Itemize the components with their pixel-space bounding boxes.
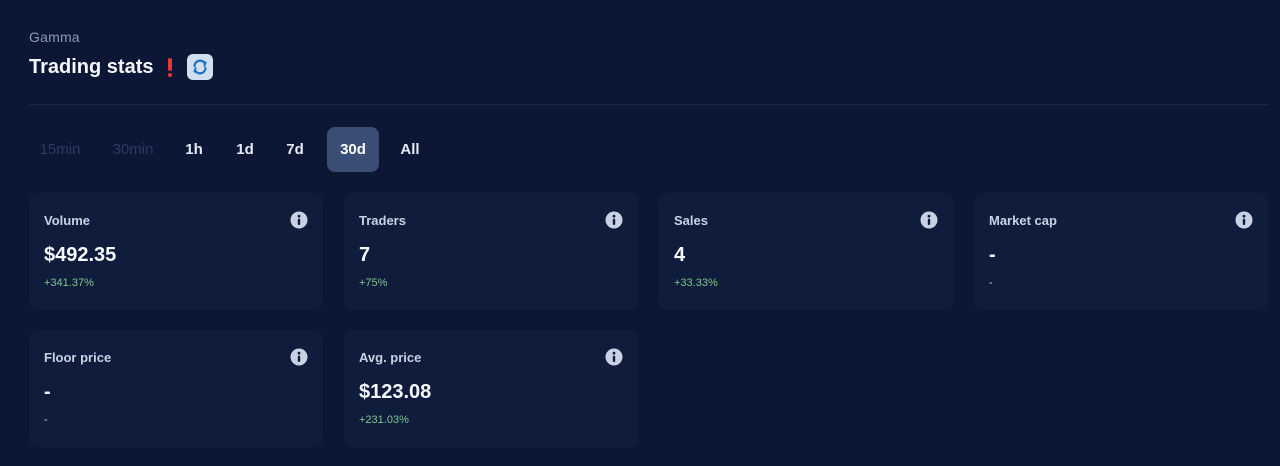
stat-card-volume: Volume $492.35 +341.37% — [29, 193, 323, 310]
info-icon[interactable] — [290, 211, 308, 229]
tab-30min[interactable]: 30min — [101, 127, 165, 172]
tab-7d[interactable]: 7d — [277, 127, 313, 172]
tab-30d[interactable]: 30d — [327, 127, 379, 172]
stat-card-floor-price: Floor price - - — [29, 330, 323, 447]
info-icon[interactable] — [1235, 211, 1253, 229]
stat-value: 7 — [359, 244, 371, 266]
title-row: Trading stats — [29, 53, 214, 81]
stat-change: +231.03% — [359, 414, 409, 426]
refresh-icon[interactable] — [187, 54, 214, 80]
stat-card-avg-price: Avg. price $123.08 +231.03% — [344, 330, 638, 447]
stat-value: - — [44, 381, 51, 403]
tab-all[interactable]: All — [385, 127, 435, 172]
info-icon[interactable] — [605, 348, 623, 366]
stat-label: Volume — [44, 213, 90, 228]
stat-change: +33.33% — [674, 277, 718, 289]
stat-label: Floor price — [44, 350, 112, 365]
stat-change: - — [44, 414, 48, 426]
tab-1h[interactable]: 1h — [175, 127, 213, 172]
info-icon[interactable] — [605, 211, 623, 229]
stat-value: $123.08 — [359, 381, 432, 403]
stat-label: Market cap — [989, 213, 1057, 228]
stat-value: 4 — [674, 244, 686, 266]
stat-label: Avg. price — [359, 350, 422, 365]
tab-15min[interactable]: 15min — [29, 127, 91, 172]
trading-stats-panel: Gamma Trading stats 15min 30min 1h 1d 7d… — [0, 0, 1280, 466]
stat-card-sales: Sales 4 +33.33% — [659, 193, 953, 310]
info-icon[interactable] — [290, 348, 308, 366]
stat-label: Sales — [674, 213, 708, 228]
header-divider — [29, 104, 1269, 105]
collection-name: Gamma — [29, 29, 80, 45]
stat-card-traders: Traders 7 +75% — [344, 193, 638, 310]
tab-1d[interactable]: 1d — [227, 127, 263, 172]
exclamation-icon — [167, 56, 173, 78]
stat-change: +341.37% — [44, 277, 94, 289]
info-icon[interactable] — [920, 211, 938, 229]
stat-change: +75% — [359, 277, 388, 289]
stat-change: - — [989, 277, 993, 289]
stat-label: Traders — [359, 213, 406, 228]
stat-value: - — [989, 244, 996, 266]
stat-value: $492.35 — [44, 244, 117, 266]
stat-card-market-cap: Market cap - - — [974, 193, 1268, 310]
page-title: Trading stats — [29, 55, 154, 78]
time-range-tabs: 15min 30min 1h 1d 7d 30d All — [29, 127, 435, 172]
